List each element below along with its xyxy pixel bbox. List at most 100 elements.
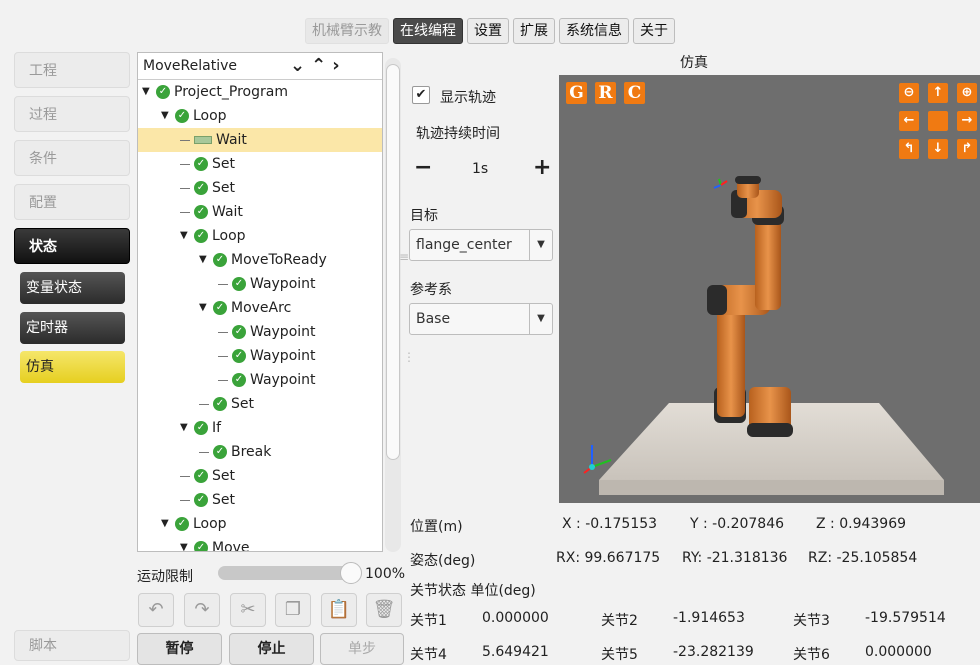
tree-item[interactable]: ✓ Waypoint (218, 272, 316, 296)
tree-item[interactable]: ▼ ✓ MoveToReady (199, 248, 327, 272)
paste-icon[interactable]: 📋 (321, 593, 357, 627)
tree-item-label: MoveToReady (231, 252, 327, 268)
robot-scene (583, 176, 944, 495)
target-select-value: flange_center (416, 237, 512, 253)
nav-script[interactable]: 脚本 (14, 630, 130, 661)
tree-item[interactable]: ✓ Break (199, 440, 271, 464)
simulation-viewport[interactable]: G R C ⊖ ↑ ⊕ ← → ↰ ↓ ↱ (559, 75, 980, 503)
check-icon: ✓ (194, 181, 208, 195)
tab-teach[interactable]: 机械臂示教 (305, 18, 389, 44)
expand-triangle-icon[interactable]: ▼ (180, 224, 190, 248)
tree-item[interactable]: ✓ Waypoint (218, 320, 316, 344)
chevron-down-icon[interactable]: ⌄ (290, 55, 311, 76)
delete-icon[interactable]: 🗑 (366, 593, 402, 627)
check-icon: ✓ (194, 229, 208, 243)
tree-item[interactable]: ✓ Set (180, 176, 235, 200)
tree-item[interactable]: ✓ Set (180, 152, 235, 176)
tree-connector (218, 344, 228, 357)
stop-button[interactable]: 停止 (229, 633, 314, 665)
reference-frame-select[interactable]: Base ▼ (409, 303, 553, 335)
splitter-grip[interactable]: ≡ (399, 250, 409, 264)
redo-icon[interactable]: ↷ (184, 593, 220, 627)
expand-triangle-icon[interactable]: ▼ (199, 248, 209, 272)
tree-item-label: Set (212, 492, 235, 508)
copy-icon[interactable]: ❐ (275, 593, 311, 627)
show-trajectory-checkbox[interactable]: ✔ (412, 86, 430, 104)
joint5-value: -23.282139 (673, 644, 754, 660)
nav-process[interactable]: 过程 (14, 96, 130, 132)
motion-limit-value: 100% (365, 566, 406, 582)
expand-triangle-icon[interactable]: ▼ (199, 296, 209, 320)
check-icon: ✓ (213, 397, 227, 411)
expand-triangle-icon[interactable]: ▼ (180, 416, 190, 440)
tree-item[interactable]: ▼ ✓ Move (180, 536, 250, 551)
cut-icon[interactable]: ✂ (230, 593, 266, 627)
tree-item-label: Loop (193, 108, 227, 124)
expand-triangle-icon[interactable]: ▼ (180, 536, 190, 551)
tree-item-label: Loop (193, 516, 227, 532)
tree-item-label: MoveArc (231, 300, 292, 316)
robot-arm (707, 176, 793, 437)
tree-item[interactable]: ✓ Waypoint (218, 368, 316, 392)
reference-frame-value: Base (416, 311, 451, 327)
increase-button[interactable]: + (533, 155, 551, 180)
check-icon: ✓ (232, 325, 246, 339)
check-icon: ✓ (175, 109, 189, 123)
check-icon: ✓ (232, 349, 246, 363)
nav-project[interactable]: 工程 (14, 52, 130, 88)
undo-icon[interactable]: ↶ (138, 593, 174, 627)
tree-item[interactable]: ▼ ✓ Loop (161, 104, 227, 128)
tree-item[interactable]: ✓ Set (180, 488, 235, 512)
axes-gizmo (583, 445, 612, 474)
tree-scrollbar[interactable] (385, 58, 401, 552)
step-button[interactable]: 单步 (320, 633, 404, 665)
tree-item[interactable]: ▼ ✓ Loop (180, 224, 246, 248)
duration-value: 1s (472, 161, 489, 177)
tree-connector (180, 464, 190, 477)
tree-scroll-thumb[interactable] (386, 64, 400, 460)
nav-condition[interactable]: 条件 (14, 140, 130, 176)
motion-limit-slider[interactable] (218, 562, 362, 584)
tab-about[interactable]: 关于 (633, 18, 675, 44)
check-icon: ✓ (232, 373, 246, 387)
tree-item[interactable]: ✓ Set (180, 464, 235, 488)
expand-triangle-icon[interactable]: ▼ (161, 512, 171, 536)
tab-extensions[interactable]: 扩展 (513, 18, 555, 44)
joint5-label: 关节5 (601, 647, 638, 663)
tree-item[interactable]: ▼ ✓ Loop (161, 512, 227, 536)
tree-item[interactable]: ▼ ✓ If (180, 416, 221, 440)
nav-simulation[interactable]: 仿真 (20, 351, 125, 383)
chevron-up-icon[interactable]: ⌃ (311, 55, 332, 76)
joint3-value: -19.579514 (865, 610, 946, 626)
tree-item-label: Waypoint (250, 372, 316, 388)
pose-ry: RY: -21.318136 (682, 550, 788, 566)
motion-limit-knob[interactable] (340, 562, 362, 584)
simulation-title: 仿真 (680, 55, 708, 71)
tab-system-info[interactable]: 系统信息 (559, 18, 629, 44)
tree-item[interactable]: Wait (180, 128, 247, 152)
expand-triangle-icon[interactable]: ▼ (161, 104, 171, 128)
nav-timer[interactable]: 定时器 (20, 312, 125, 344)
target-select[interactable]: flange_center ▼ (409, 229, 553, 261)
nav-config[interactable]: 配置 (14, 184, 130, 220)
joint2-value: -1.914653 (673, 610, 745, 626)
chevron-down-icon: ▼ (529, 230, 552, 260)
tree-item[interactable]: ▼ ✓ MoveArc (199, 296, 291, 320)
tree-item[interactable]: ▼ ✓ Project_Program (142, 80, 288, 104)
tree-item-label: Loop (212, 228, 246, 244)
pose-rz: RZ: -25.105854 (808, 550, 918, 566)
expand-triangle-icon[interactable]: ▼ (142, 80, 152, 104)
tree-item[interactable]: ✓ Waypoint (218, 344, 316, 368)
tab-online-programming[interactable]: 在线编程 (393, 18, 463, 44)
nav-status[interactable]: 状态 (14, 228, 130, 264)
splitter-grip[interactable]: ⋮ (403, 350, 415, 364)
tree-item[interactable]: ✓ Wait (180, 200, 243, 224)
tree-connector (218, 272, 228, 285)
tree-item[interactable]: ✓ Set (199, 392, 254, 416)
tab-settings[interactable]: 设置 (467, 18, 509, 44)
chevron-right-icon[interactable]: › (332, 55, 345, 76)
tree-connector (199, 392, 209, 405)
nav-variable-status[interactable]: 变量状态 (20, 272, 125, 304)
pause-button[interactable]: 暂停 (137, 633, 222, 665)
decrease-button[interactable]: − (414, 155, 432, 180)
